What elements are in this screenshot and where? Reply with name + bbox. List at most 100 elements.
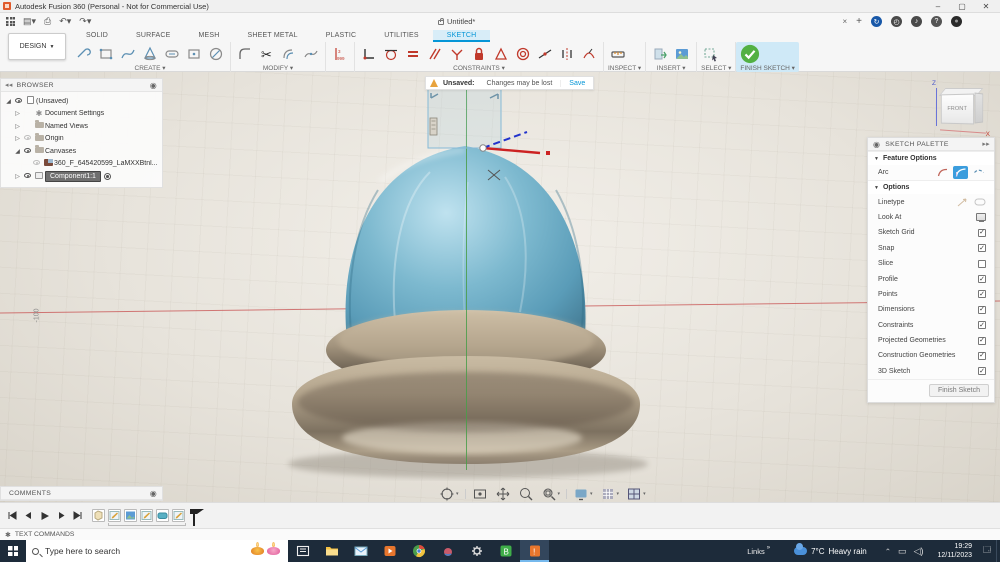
sketch-feature-icon[interactable] bbox=[140, 508, 153, 522]
grid-settings-icon[interactable]: ▾ bbox=[598, 485, 622, 503]
job-status-icon[interactable]: ↻ bbox=[871, 16, 882, 27]
tab-sketch[interactable]: SKETCH bbox=[432, 30, 491, 42]
group-label-constraints[interactable]: CONSTRAINTS ▾ bbox=[359, 64, 599, 72]
taskbar-search[interactable]: Type here to search bbox=[26, 540, 288, 562]
visibility-eye-icon[interactable] bbox=[31, 160, 42, 167]
expanded-icon[interactable]: ◢ bbox=[13, 148, 22, 155]
tab-solid[interactable]: SOLID bbox=[72, 30, 122, 42]
checkbox-slice[interactable] bbox=[978, 259, 986, 268]
group-label-finish-sketch[interactable]: FINISH SKETCH ▾ bbox=[740, 64, 795, 72]
help-icon[interactable]: ? bbox=[931, 16, 942, 27]
maximize-button[interactable]: ▢ bbox=[950, 0, 974, 13]
dropdown-caret-icon[interactable]: ▾ bbox=[590, 491, 593, 497]
tab-surface[interactable]: SURFACE bbox=[122, 30, 184, 42]
action-center-icon[interactable]: 🗔 bbox=[978, 544, 996, 558]
green-b-app-icon[interactable]: B bbox=[491, 540, 520, 562]
finish-sketch-check-icon[interactable] bbox=[740, 44, 760, 64]
parallel-icon[interactable] bbox=[425, 44, 445, 64]
collapsed-icon[interactable]: ▷ bbox=[13, 123, 22, 130]
browser-item-3[interactable]: ▷ Origin bbox=[1, 132, 162, 146]
step-forward-icon[interactable] bbox=[57, 511, 66, 520]
collapsed-icon[interactable]: ▷ bbox=[13, 110, 22, 117]
minimize-button[interactable]: – bbox=[926, 0, 950, 13]
midpoint-icon[interactable] bbox=[535, 44, 555, 64]
create-circle-icon[interactable] bbox=[206, 44, 226, 64]
history-icon[interactable]: ◴ bbox=[891, 16, 902, 27]
app-launcher-icon[interactable] bbox=[6, 17, 15, 26]
tab-utilities[interactable]: UTILITIES bbox=[370, 30, 432, 42]
browser-item-2[interactable]: ▷ Named Views bbox=[1, 120, 162, 133]
tangent-arc-icon[interactable] bbox=[953, 166, 968, 180]
group-label-inspect[interactable]: INSPECT ▾ bbox=[608, 64, 641, 72]
fusion-360-icon[interactable]: ! bbox=[520, 540, 549, 562]
visibility-eye-icon[interactable] bbox=[22, 135, 33, 142]
text-commands-bar[interactable]: ✱ TEXT COMMANDS bbox=[0, 528, 1000, 540]
close-tab-icon[interactable]: × bbox=[842, 17, 847, 26]
symmetry-icon[interactable] bbox=[557, 44, 577, 64]
step-back-icon[interactable] bbox=[24, 511, 33, 520]
create-line-icon[interactable] bbox=[74, 44, 94, 64]
three-point-arc-icon[interactable] bbox=[935, 166, 950, 179]
pan-icon[interactable] bbox=[493, 485, 513, 503]
fix-lock-icon[interactable] bbox=[469, 44, 489, 64]
fillet-icon[interactable] bbox=[235, 44, 255, 64]
browser-header[interactable]: ◂◂ BROWSER ◉ bbox=[1, 79, 162, 92]
viewports-icon[interactable]: ▾ bbox=[624, 485, 648, 503]
center-point-arc-icon[interactable] bbox=[971, 166, 986, 179]
look-at-icon[interactable] bbox=[470, 485, 490, 503]
hidden-icons-chevron[interactable]: ⌃ bbox=[885, 547, 891, 556]
task-view-icon[interactable] bbox=[288, 540, 317, 562]
timeline-position-marker[interactable] bbox=[190, 508, 204, 526]
creative-app-icon[interactable] bbox=[433, 540, 462, 562]
collapsed-icon[interactable]: ▷ bbox=[13, 135, 22, 142]
create-point-rectangle-icon[interactable] bbox=[184, 44, 204, 64]
dropdown-caret-icon[interactable]: ▾ bbox=[617, 491, 620, 497]
viewport-canvas[interactable]: -100 Unsaved: Changes may be lost Save ◂… bbox=[0, 72, 1000, 502]
file-menu-icon[interactable]: ▤▾ bbox=[23, 16, 36, 27]
tab-plastic[interactable]: PLASTIC bbox=[312, 30, 371, 42]
viewcube-right-face[interactable] bbox=[974, 92, 984, 124]
sketch-feature-icon[interactable] bbox=[172, 508, 185, 522]
polygon-constraint-icon[interactable] bbox=[491, 44, 511, 64]
mail-icon[interactable] bbox=[346, 540, 375, 562]
checkbox-snap[interactable] bbox=[978, 244, 986, 253]
group-label-modify[interactable]: MODIFY ▾ bbox=[235, 64, 321, 72]
tab-sheet-metal[interactable]: SHEET METAL bbox=[234, 30, 312, 42]
dropdown-caret-icon[interactable]: ▾ bbox=[558, 491, 561, 497]
skip-start-icon[interactable] bbox=[8, 511, 17, 520]
skip-end-icon[interactable] bbox=[73, 511, 82, 520]
visibility-eye-icon[interactable] bbox=[22, 147, 33, 155]
collapse-panel-icon[interactable]: ◂◂ bbox=[5, 81, 13, 89]
checkbox-sketch-grid[interactable] bbox=[978, 228, 986, 237]
browser-item-5[interactable]: 360_F_645420599_LaMXXBtnl... bbox=[1, 158, 162, 171]
browser-item-4[interactable]: ◢ Canvases bbox=[1, 145, 162, 158]
insert-derive-icon[interactable] bbox=[650, 44, 670, 64]
show-desktop-button[interactable] bbox=[996, 540, 1000, 562]
tangent-icon[interactable] bbox=[381, 44, 401, 64]
options-section[interactable]: ▼ Options bbox=[868, 180, 994, 195]
dropdown-caret-icon[interactable]: ▾ bbox=[456, 491, 459, 497]
comments-header[interactable]: COMMENTS ◉ bbox=[1, 487, 162, 500]
checkbox-construction-geometries[interactable] bbox=[978, 351, 986, 360]
save-link[interactable]: Save bbox=[561, 80, 593, 87]
finish-sketch-button[interactable]: Finish Sketch bbox=[928, 384, 989, 398]
new-tab-icon[interactable]: + bbox=[856, 16, 862, 27]
workspace-selector[interactable]: DESIGN ▼ bbox=[8, 33, 66, 60]
file-explorer-icon[interactable] bbox=[317, 540, 346, 562]
measure-icon[interactable] bbox=[608, 44, 628, 64]
trim-scissors-icon[interactable]: ✂ bbox=[257, 44, 277, 64]
new-component-icon[interactable] bbox=[92, 508, 105, 522]
laptop-icon[interactable]: ▭ bbox=[898, 546, 907, 557]
checkbox-dimensions[interactable] bbox=[978, 305, 986, 314]
palette-header[interactable]: ◉ SKETCH PALETTE ▸▸ bbox=[868, 138, 994, 151]
sketch-dimension-icon[interactable]: 3 999 bbox=[330, 44, 350, 64]
tab-mesh[interactable]: MESH bbox=[184, 30, 233, 42]
checkbox-3d-sketch[interactable] bbox=[978, 367, 986, 376]
notifications-bell-icon[interactable]: ♪ bbox=[911, 16, 922, 27]
select-box-icon[interactable] bbox=[701, 44, 721, 64]
concentric-icon[interactable] bbox=[513, 44, 533, 64]
group-label-insert[interactable]: INSERT ▾ bbox=[650, 64, 692, 72]
curvature-icon[interactable] bbox=[579, 44, 599, 64]
taskbar-clock[interactable]: 19:29 12/11/2023 bbox=[931, 542, 978, 561]
equal-icon[interactable] bbox=[403, 44, 423, 64]
